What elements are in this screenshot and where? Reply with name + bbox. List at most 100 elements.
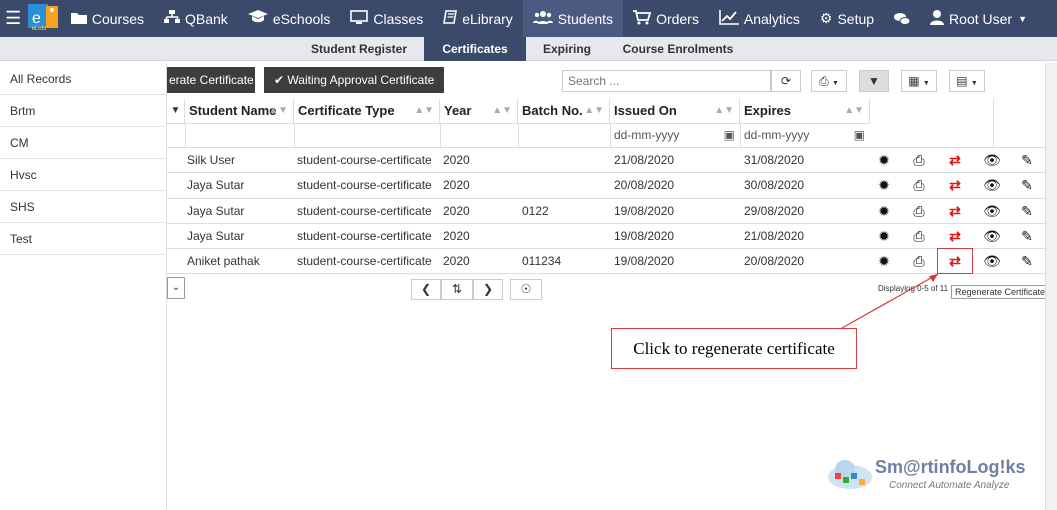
print-icon[interactable]: ⎙ bbox=[910, 148, 928, 173]
table-row: Jaya Sutar student-course-certificate 2020… bbox=[167, 172, 1047, 197]
badge-icon[interactable]: ✹ bbox=[875, 148, 893, 173]
badge-icon[interactable]: ✹ bbox=[875, 173, 893, 198]
expires-date-filter[interactable]: dd-mm-yyyy ▣ bbox=[742, 125, 867, 145]
filter-icon: ▼ bbox=[868, 74, 880, 88]
tab-expiring[interactable]: Expiring bbox=[526, 37, 608, 61]
edit-icon[interactable]: ✎ bbox=[1018, 173, 1036, 198]
svg-text:e: e bbox=[32, 10, 41, 27]
search-input[interactable] bbox=[562, 70, 771, 92]
print-icon[interactable]: ⎙ bbox=[910, 224, 928, 249]
divider bbox=[518, 123, 519, 147]
refresh-icon: ⟳ bbox=[780, 74, 792, 88]
calendar-icon: ▣ bbox=[723, 128, 735, 142]
next-page-button[interactable]: ❯ bbox=[473, 279, 503, 300]
edit-icon[interactable]: ✎ bbox=[1018, 249, 1036, 274]
nav-setup[interactable]: ⚙ Setup bbox=[810, 0, 884, 37]
nav-students[interactable]: Students bbox=[522, 0, 624, 37]
print-icon[interactable]: ⎙ bbox=[910, 173, 928, 198]
generate-certificate-button[interactable]: erate Certificate bbox=[167, 67, 255, 93]
user-name: Root User bbox=[949, 10, 1013, 27]
graduation-cap-icon bbox=[247, 10, 268, 27]
filter-toggle-button[interactable]: ▼ bbox=[859, 70, 889, 92]
nav-eschools-label: eSchools bbox=[272, 10, 331, 27]
regenerate-icon[interactable]: ⇄ bbox=[946, 224, 964, 249]
date-placeholder: dd-mm-yyyy bbox=[744, 128, 810, 142]
header-label: Batch No. bbox=[522, 103, 583, 118]
logo-text: eLuts bbox=[31, 25, 47, 32]
header-expires[interactable]: Expires ▲▼ bbox=[740, 99, 870, 123]
cell-student-name: Jaya Sutar bbox=[187, 178, 245, 193]
nav-setup-label: Setup bbox=[837, 10, 875, 27]
nav-classes[interactable]: Classes bbox=[340, 0, 433, 37]
divider bbox=[610, 123, 611, 147]
nav-analytics[interactable]: Analytics bbox=[709, 0, 810, 37]
tab-certificates[interactable]: Certificates bbox=[424, 37, 526, 61]
page-size-select[interactable]: ⌄ bbox=[167, 277, 185, 299]
badge-icon[interactable]: ✹ bbox=[875, 224, 893, 249]
regenerate-icon[interactable]: ⇄ bbox=[946, 173, 964, 198]
regenerate-icon[interactable]: ⇄ bbox=[946, 148, 964, 173]
header-batch-no[interactable]: Batch No. ▲▼ bbox=[518, 99, 610, 123]
sidebar-item-cm[interactable]: CM bbox=[0, 127, 166, 159]
view-icon[interactable]: 👁 bbox=[983, 199, 1001, 224]
refresh-button[interactable]: ⟳ bbox=[771, 70, 801, 92]
sidebar-item-brtm[interactable]: Brtm bbox=[0, 95, 166, 127]
users-icon bbox=[532, 10, 553, 27]
edit-icon[interactable]: ✎ bbox=[1018, 148, 1036, 173]
divider bbox=[185, 123, 186, 147]
divider bbox=[294, 123, 295, 147]
nav-elibrary[interactable]: eLibrary bbox=[433, 0, 523, 37]
edit-icon[interactable]: ✎ bbox=[1018, 199, 1036, 224]
header-issued-on[interactable]: Issued On ▲▼ bbox=[610, 99, 740, 123]
nav-orders[interactable]: Orders bbox=[623, 0, 709, 37]
user-menu[interactable]: Root User ▼ bbox=[920, 0, 1057, 37]
issued-on-date-filter[interactable]: dd-mm-yyyy ▣ bbox=[612, 125, 737, 145]
nav-qbank[interactable]: QBank bbox=[154, 0, 238, 37]
print-icon[interactable]: ⎙ bbox=[910, 199, 928, 224]
prev-page-button[interactable]: ❮ bbox=[411, 279, 441, 300]
table-row: Jaya Sutar student-course-certificate 2020… bbox=[167, 222, 1047, 249]
cell-expires: 31/08/2020 bbox=[744, 153, 805, 167]
tab-course-enrolments[interactable]: Course Enrolments bbox=[608, 37, 748, 61]
nav-courses[interactable]: Courses bbox=[61, 0, 154, 37]
reload-page-button[interactable]: ⇅ bbox=[441, 279, 473, 300]
edit-icon[interactable]: ✎ bbox=[1018, 224, 1036, 249]
chevron-down-icon: ⌄ bbox=[171, 282, 181, 293]
view-icon[interactable]: 👁 bbox=[983, 148, 1001, 173]
regenerate-tooltip: Regenerate Certificate bbox=[951, 285, 1050, 299]
sidebar-item-hvsc[interactable]: Hvsc bbox=[0, 159, 166, 191]
header-year[interactable]: Year ▲▼ bbox=[440, 99, 518, 123]
sidebar-item-all-records[interactable]: All Records bbox=[0, 63, 166, 95]
sidebar-item-test[interactable]: Test bbox=[0, 223, 166, 255]
view-icon[interactable]: 👁 bbox=[983, 173, 1001, 198]
tab-student-register[interactable]: Student Register bbox=[294, 37, 424, 61]
watermark-brand: Sm@rtinfoLog!ks bbox=[875, 457, 1026, 477]
columns-menu-button[interactable]: ▦ ▼ bbox=[901, 70, 937, 92]
waiting-approval-button[interactable]: ✔ Waiting Approval Certificate bbox=[264, 67, 445, 93]
header-certificate-type[interactable]: Certificate Type ▲▼ bbox=[294, 99, 440, 123]
view-icon[interactable]: 👁 bbox=[983, 224, 1001, 249]
export-menu-button[interactable]: ▤ ▼ bbox=[949, 70, 985, 92]
sort-icon: ▲▼ bbox=[268, 105, 288, 116]
cloud-logo-icon bbox=[828, 460, 872, 489]
header-label: Year bbox=[444, 103, 472, 118]
regenerate-icon[interactable]: ⇄ bbox=[946, 199, 964, 224]
cell-expires: 29/08/2020 bbox=[744, 203, 805, 218]
nav-eschools[interactable]: eSchools bbox=[238, 0, 341, 37]
sidebar-item-shs[interactable]: SHS bbox=[0, 191, 166, 223]
chat-icon[interactable] bbox=[884, 0, 920, 37]
callout-arrow bbox=[841, 273, 939, 329]
grid-icon: ▦ bbox=[908, 74, 920, 88]
hamburger-menu-icon[interactable]: ☰ bbox=[0, 0, 26, 37]
app-logo[interactable]: e eLuts bbox=[26, 0, 61, 37]
view-icon[interactable]: 👁 bbox=[983, 249, 1001, 274]
sort-caret-icon[interactable]: ▼ bbox=[167, 99, 185, 123]
header-student-name[interactable]: Student Name ▲▼ bbox=[185, 99, 294, 123]
print-menu-button[interactable]: ⎙ ▼ bbox=[811, 70, 847, 92]
vertical-scrollbar[interactable] bbox=[1045, 63, 1057, 510]
monitor-icon bbox=[350, 9, 369, 28]
cell-certificate-type: student-course-certificate bbox=[297, 203, 432, 218]
chart-icon bbox=[719, 9, 739, 28]
badge-icon[interactable]: ✹ bbox=[875, 199, 893, 224]
target-button[interactable]: ☉ bbox=[510, 279, 542, 300]
